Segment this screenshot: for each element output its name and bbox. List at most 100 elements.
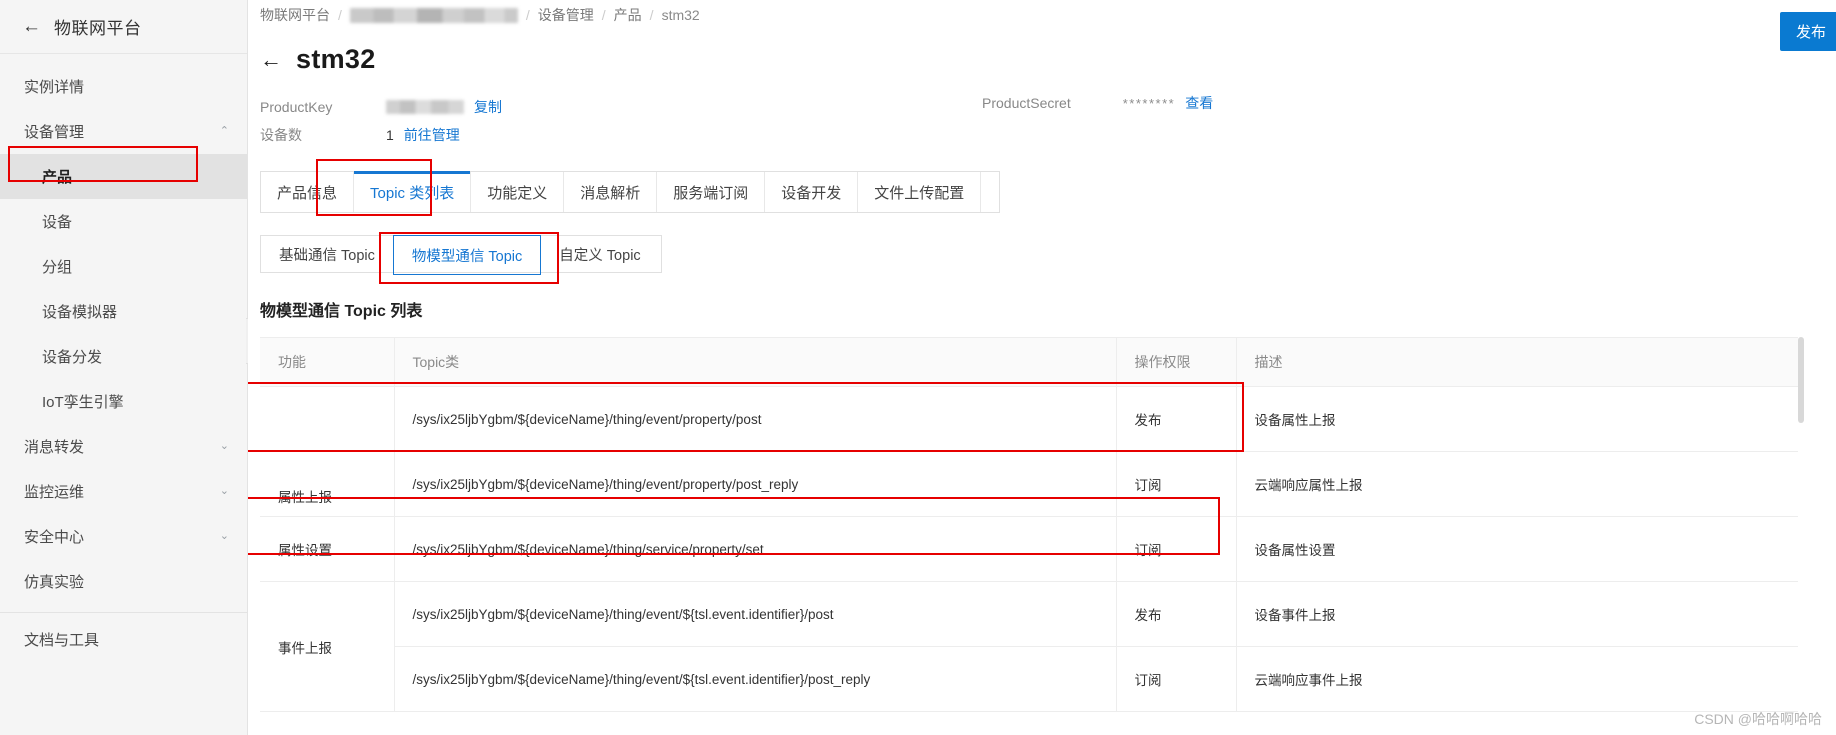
breadcrumb-item-current: stm32 bbox=[662, 7, 700, 23]
sidebar-title: 物联网平台 bbox=[54, 14, 142, 39]
sidebar-header[interactable]: ← 物联网平台 bbox=[0, 0, 247, 54]
sidebar-divider bbox=[0, 612, 247, 613]
breadcrumb: 物联网平台 / / 设备管理 / 产品 / stm32 bbox=[248, 0, 1836, 30]
breadcrumb-separator: / bbox=[526, 7, 530, 23]
tab-label: 产品信息 bbox=[277, 182, 337, 203]
table-scrollbar[interactable] bbox=[1798, 337, 1804, 423]
table-row: 事件上报 /sys/ix25ljbYgbm/${deviceName}/thin… bbox=[260, 582, 1798, 647]
copy-product-key-button[interactable]: 复制 bbox=[474, 97, 502, 117]
subtab-label: 自定义 Topic bbox=[559, 244, 640, 265]
sidebar-item-label: 产品 bbox=[42, 166, 72, 187]
breadcrumb-separator: / bbox=[650, 7, 654, 23]
cell-description: 云端响应属性上报 bbox=[1236, 452, 1798, 517]
sidebar-item-device[interactable]: 设备 bbox=[0, 199, 247, 244]
chevron-down-icon: ⌄ bbox=[220, 529, 229, 542]
tab-label: Topic 类列表 bbox=[370, 182, 454, 203]
subtab-bar: 基础通信 Topic 物模型通信 Topic 自定义 Topic bbox=[260, 235, 662, 273]
product-secret-label: ProductSecret bbox=[982, 95, 1071, 111]
sidebar-item-instance-detail[interactable]: 实例详情 bbox=[0, 64, 247, 109]
sidebar-item-label: 设备分发 bbox=[42, 346, 102, 367]
table-row: 属性上报 /sys/ix25ljbYgbm/${deviceName}/thin… bbox=[260, 387, 1798, 452]
cell-topic: /sys/ix25ljbYgbm/${deviceName}/thing/eve… bbox=[394, 647, 1116, 712]
sidebar-item-product[interactable]: 产品 bbox=[0, 154, 247, 199]
arrow-left-icon[interactable]: ← bbox=[22, 17, 41, 36]
product-key-value-redacted bbox=[386, 100, 464, 114]
subtab-tsl-communication-topic[interactable]: 物模型通信 Topic bbox=[393, 235, 541, 275]
page-header: ← stm32 ProductKey 复制 设备数 1 前往管理 bbox=[248, 44, 1836, 149]
breadcrumb-item-product[interactable]: 产品 bbox=[614, 5, 642, 25]
sidebar-item-docs-and-tools[interactable]: 文档与工具 bbox=[0, 617, 247, 662]
tab-server-subscription[interactable]: 服务端订阅 bbox=[657, 172, 765, 212]
product-key-value-group: 复制 bbox=[386, 97, 502, 117]
publish-button[interactable]: 发布 bbox=[1780, 12, 1836, 51]
breadcrumb-separator: / bbox=[602, 7, 606, 23]
device-count-row: 设备数 1 前往管理 bbox=[260, 121, 1824, 149]
sidebar-item-security-center[interactable]: 安全中心 ⌄ bbox=[0, 514, 247, 559]
cell-topic: /sys/ix25ljbYgbm/${deviceName}/thing/eve… bbox=[394, 582, 1116, 647]
sidebar-item-simulation-lab[interactable]: 仿真实验 bbox=[0, 559, 247, 604]
product-secret-row: ProductSecret ******** 查看 bbox=[982, 93, 1213, 113]
breadcrumb-separator: / bbox=[338, 7, 342, 23]
subtab-basic-communication-topic[interactable]: 基础通信 Topic bbox=[261, 236, 393, 272]
go-to-device-management-link[interactable]: 前往管理 bbox=[404, 125, 460, 145]
cell-description: 设备属性设置 bbox=[1236, 517, 1798, 582]
tab-label: 设备开发 bbox=[781, 182, 841, 203]
subtab-label: 物模型通信 Topic bbox=[412, 245, 522, 266]
sidebar-item-label: IoT孪生引擎 bbox=[42, 391, 124, 412]
column-header-topic: Topic类 bbox=[394, 338, 1116, 387]
device-count-value: 1 bbox=[386, 127, 394, 143]
product-secret-value-group: ******** 查看 bbox=[1123, 93, 1213, 113]
sidebar: ← 物联网平台 实例详情 设备管理 ⌃ 产品 设备 分组 设备模拟器 bbox=[0, 0, 248, 735]
table-row: /sys/ix25ljbYgbm/${deviceName}/thing/eve… bbox=[260, 647, 1798, 712]
table-row: /sys/ix25ljbYgbm/${deviceName}/thing/eve… bbox=[260, 452, 1798, 517]
chevron-up-icon: ⌃ bbox=[220, 124, 229, 137]
breadcrumb-item-root[interactable]: 物联网平台 bbox=[260, 5, 330, 25]
sidebar-item-device-simulator[interactable]: 设备模拟器 bbox=[0, 289, 247, 334]
topic-table-wrap: 功能 Topic类 操作权限 描述 属性上报 /sys/ix25ljbYgbm/… bbox=[260, 337, 1798, 712]
product-secret-value: ******** bbox=[1123, 96, 1175, 111]
sidebar-item-device-distribution[interactable]: 设备分发 bbox=[0, 334, 247, 379]
tab-device-development[interactable]: 设备开发 bbox=[765, 172, 858, 212]
page-title: stm32 bbox=[296, 44, 376, 75]
breadcrumb-item-instance-redacted[interactable] bbox=[350, 8, 518, 23]
sidebar-item-label: 消息转发 bbox=[24, 436, 84, 457]
arrow-left-icon[interactable]: ← bbox=[260, 49, 282, 71]
tab-message-parsing[interactable]: 消息解析 bbox=[564, 172, 657, 212]
sidebar-item-label: 设备管理 bbox=[24, 121, 84, 142]
cell-permission: 订阅 bbox=[1116, 647, 1236, 712]
sidebar-item-message-forwarding[interactable]: 消息转发 ⌄ bbox=[0, 424, 247, 469]
tab-file-upload-config[interactable]: 文件上传配置 bbox=[858, 172, 981, 212]
sidebar-item-iot-twin-engine[interactable]: IoT孪生引擎 bbox=[0, 379, 247, 424]
cell-description: 设备事件上报 bbox=[1236, 582, 1798, 647]
sidebar-item-device-management[interactable]: 设备管理 ⌃ bbox=[0, 109, 247, 154]
column-header-permission: 操作权限 bbox=[1116, 338, 1236, 387]
sidebar-item-group[interactable]: 分组 bbox=[0, 244, 247, 289]
tab-function-definition[interactable]: 功能定义 bbox=[471, 172, 564, 212]
cell-permission: 订阅 bbox=[1116, 517, 1236, 582]
sidebar-nav: 实例详情 设备管理 ⌃ 产品 设备 分组 设备模拟器 设备分发 IoT孪生引 bbox=[0, 54, 247, 662]
tab-label: 文件上传配置 bbox=[874, 182, 964, 203]
breadcrumb-item-device-management[interactable]: 设备管理 bbox=[538, 5, 594, 25]
cell-topic: /sys/ix25ljbYgbm/${deviceName}/thing/eve… bbox=[394, 452, 1116, 517]
cell-permission: 发布 bbox=[1116, 582, 1236, 647]
cell-permission: 发布 bbox=[1116, 387, 1236, 452]
cell-topic: /sys/ix25ljbYgbm/${deviceName}/thing/ser… bbox=[394, 517, 1116, 582]
sidebar-item-label: 监控运维 bbox=[24, 481, 84, 502]
table-header-row: 功能 Topic类 操作权限 描述 bbox=[260, 338, 1798, 387]
sidebar-item-monitoring-ops[interactable]: 监控运维 ⌄ bbox=[0, 469, 247, 514]
device-count-label: 设备数 bbox=[260, 125, 386, 145]
device-count-value-group: 1 前往管理 bbox=[386, 125, 460, 145]
column-header-description: 描述 bbox=[1236, 338, 1798, 387]
tab-topic-list[interactable]: Topic 类列表 bbox=[354, 172, 471, 212]
sidebar-item-label: 分组 bbox=[42, 256, 72, 277]
watermark: CSDN @哈哈啊哈哈 bbox=[1694, 709, 1822, 729]
main-content: 物联网平台 / / 设备管理 / 产品 / stm32 ← stm32 Prod… bbox=[248, 0, 1836, 735]
subtab-custom-topic[interactable]: 自定义 Topic bbox=[541, 236, 658, 272]
cell-function: 属性设置 bbox=[260, 517, 394, 582]
sidebar-item-label: 实例详情 bbox=[24, 76, 84, 97]
tab-product-info[interactable]: 产品信息 bbox=[261, 172, 354, 212]
tab-label: 消息解析 bbox=[580, 182, 640, 203]
column-header-function: 功能 bbox=[260, 338, 394, 387]
view-product-secret-button[interactable]: 查看 bbox=[1185, 93, 1213, 113]
chevron-down-icon: ⌄ bbox=[220, 439, 229, 452]
